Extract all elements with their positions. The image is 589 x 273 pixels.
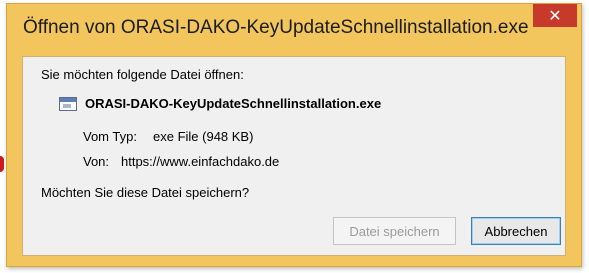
file-type-label: Vom Typ: (83, 129, 137, 144)
title-bar[interactable]: Öffnen von ORASI-DAKO-KeyUpdateSchnellin… (7, 4, 581, 48)
file-entry: ORASI-DAKO-KeyUpdateSchnellinstallation.… (59, 96, 381, 111)
file-type-value: exe File (948 KB) (153, 129, 254, 144)
dialog-content: Sie möchten folgende Datei öffnen: ORASI… (22, 56, 566, 256)
save-file-button[interactable]: Datei speichern (333, 217, 456, 245)
dialog-title: Öffnen von ORASI-DAKO-KeyUpdateSchnellin… (23, 17, 529, 38)
download-dialog: Öffnen von ORASI-DAKO-KeyUpdateSchnellin… (6, 3, 582, 267)
background-red-marker (0, 156, 4, 172)
cancel-button[interactable]: Abbrechen (471, 217, 561, 245)
save-file-button-label: Datei speichern (349, 223, 440, 239)
close-button[interactable]: ✕ (533, 4, 577, 27)
file-source-value: https://www.einfachdako.de (121, 154, 280, 169)
file-name: ORASI-DAKO-KeyUpdateSchnellinstallation.… (85, 96, 382, 111)
save-question: Möchten Sie diese Datei speichern? (41, 185, 250, 200)
application-file-icon (59, 96, 77, 111)
close-icon: ✕ (548, 7, 562, 25)
cancel-button-label: Abbrechen (484, 223, 548, 239)
open-prompt: Sie möchten folgende Datei öffnen: (41, 67, 244, 82)
file-type-row: Vom Typ: exe File (948 KB) (83, 129, 253, 144)
file-source-label: Von: (83, 154, 110, 169)
file-source-row: Von: https://www.einfachdako.de (83, 154, 279, 169)
